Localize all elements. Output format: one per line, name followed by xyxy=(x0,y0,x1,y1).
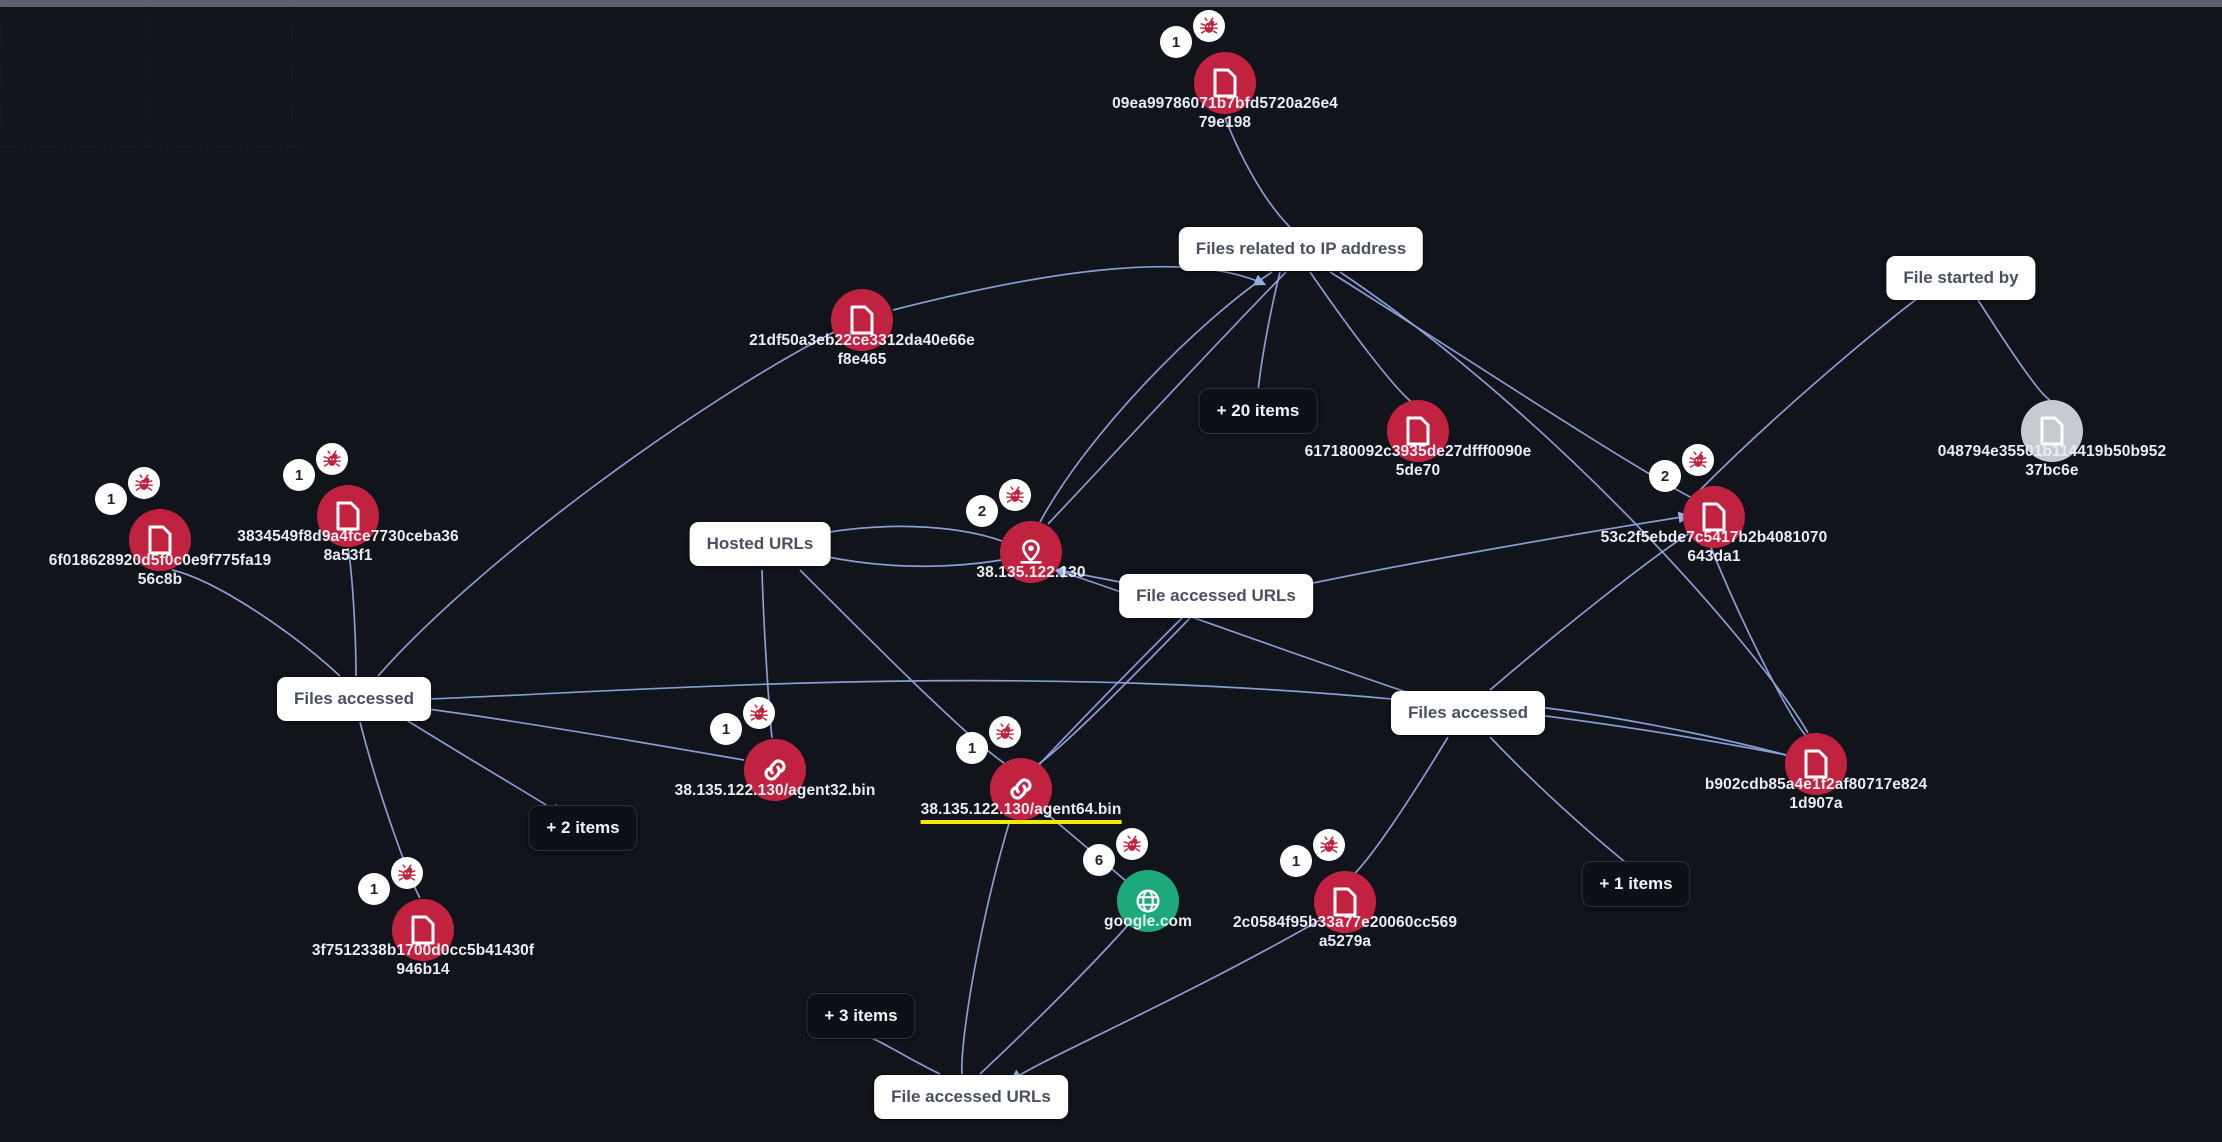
relation-label[interactable]: Hosted URLs xyxy=(689,522,831,566)
node-count-badge[interactable]: 2 xyxy=(1649,460,1681,492)
threat-bug-badge[interactable] xyxy=(743,697,775,729)
node-label: 3834549f8d9a4fce7730ceba368a53f1 xyxy=(237,528,459,564)
node-label: 3f7512338b1700d0cc5b41430f946b14 xyxy=(311,942,535,978)
graph-edge xyxy=(979,924,1129,1075)
graph-node-file[interactable]: b902cdb85a4e1f2af80717e8241d907a xyxy=(1705,733,1927,812)
relation-label[interactable]: Files accessed xyxy=(1390,691,1546,735)
more-items-chip[interactable]: + 20 items xyxy=(1198,388,1318,434)
node-label: 048794e35501b114419b50b95237bc6e xyxy=(1937,443,2167,479)
graph-node-url[interactable]: 1 38.135.122.130/agent64.bin xyxy=(920,716,1122,824)
graph-edge xyxy=(1699,288,1931,491)
graph-edge xyxy=(399,701,745,761)
node-label: google.com xyxy=(1104,913,1192,930)
node-count-badge[interactable]: 1 xyxy=(283,459,315,491)
graph-edge xyxy=(865,1035,941,1075)
threat-bug-badge[interactable] xyxy=(1116,828,1148,860)
graph-edge xyxy=(961,819,1011,1075)
graph-edge xyxy=(1224,117,1297,234)
relation-label[interactable]: Files accessed xyxy=(276,677,432,721)
graph-node-file[interactable]: 21df50a3eb22ce3312da40e66ef8e465 xyxy=(749,289,975,368)
graph-edge xyxy=(399,715,562,816)
graph-node-file[interactable]: 1 2c0584f95b33a77e20060cc569a5279a xyxy=(1233,829,1457,950)
graph-edge xyxy=(1977,299,2051,401)
graph-edge xyxy=(399,679,1787,756)
relation-label[interactable]: File accessed URLs xyxy=(874,1075,1068,1119)
more-items-chip[interactable]: + 3 items xyxy=(806,993,916,1039)
bug-icon xyxy=(135,474,153,491)
threat-bug-badge[interactable] xyxy=(989,716,1021,748)
relation-label[interactable]: File started by xyxy=(1886,256,2036,300)
graph-edge xyxy=(1031,617,1191,769)
node-count-badge[interactable]: 1 xyxy=(95,483,127,515)
graph-edge xyxy=(892,265,1267,311)
bug-icon xyxy=(1689,451,1707,468)
bug-icon xyxy=(1123,835,1141,852)
node-label: 21df50a3eb22ce3312da40e66ef8e465 xyxy=(749,332,975,368)
node-label: 38.135.122.130/agent32.bin xyxy=(674,782,876,799)
graph-edge xyxy=(1489,736,1631,867)
bug-icon xyxy=(398,864,416,881)
node-count-badge[interactable]: 1 xyxy=(956,732,988,764)
bug-icon xyxy=(996,723,1014,740)
graph-node-file[interactable]: 048794e35501b114419b50b95237bc6e xyxy=(1938,400,2166,479)
node-label: 2c0584f95b33a77e20060cc569a5279a xyxy=(1232,914,1458,950)
node-count-badge[interactable]: 1 xyxy=(710,713,742,745)
graph-node-domain[interactable]: 6 google.com xyxy=(1083,828,1192,932)
node-label: 53c2f5ebde7c5417b2b4081070643da1 xyxy=(1600,529,1828,565)
graph-node-url[interactable]: 1 38.135.122.130/agent32.bin xyxy=(675,697,875,801)
graph-edge xyxy=(347,547,357,677)
threat-bug-badge[interactable] xyxy=(316,443,348,475)
graph-node-ip[interactable]: 2 38.135.122.130 xyxy=(966,479,1085,583)
node-label: 09ea99786071b7bfd5720a26e479e198 xyxy=(1112,95,1338,131)
graph-canvas[interactable]: 1 09ea99786071b7bfd5720a26e479e198 21df50a… xyxy=(0,0,2222,1142)
graph-edge xyxy=(377,329,839,677)
graph-node-file[interactable]: 1 6f018628920d5f0c0e9f775fa1956c8b xyxy=(49,467,271,588)
threat-bug-badge[interactable] xyxy=(999,479,1031,511)
graph-edge xyxy=(1035,613,1187,769)
graph-node-file[interactable]: 1 3f7512338b1700d0cc5b41430f946b14 xyxy=(312,857,534,978)
graph-node-file[interactable]: 1 3834549f8d9a4fce7730ceba368a53f1 xyxy=(237,443,459,564)
node-count-badge[interactable]: 2 xyxy=(966,495,998,527)
bug-icon xyxy=(1320,836,1338,853)
graph-node-file[interactable]: 1 09ea99786071b7bfd5720a26e479e198 xyxy=(1112,10,1338,131)
graph-edge xyxy=(1351,736,1449,877)
threat-bug-badge[interactable] xyxy=(128,467,160,499)
relation-label[interactable]: File accessed URLs xyxy=(1119,574,1313,618)
graph-edge xyxy=(822,525,1003,542)
node-count-badge[interactable]: 1 xyxy=(358,873,390,905)
node-count-badge[interactable]: 1 xyxy=(1280,845,1312,877)
threat-bug-badge[interactable] xyxy=(1313,829,1345,861)
more-items-chip[interactable]: + 2 items xyxy=(528,805,638,851)
graph-node-file[interactable]: 617180092c3935de27dfff0090e5de70 xyxy=(1305,400,1531,479)
node-label: 38.135.122.130/agent64.bin xyxy=(920,800,1122,824)
node-label: 38.135.122.130 xyxy=(976,564,1086,581)
node-count-badge[interactable]: 6 xyxy=(1083,844,1115,876)
node-count-badge[interactable]: 1 xyxy=(1160,26,1192,58)
relation-label[interactable]: Files related to IP address xyxy=(1178,227,1424,271)
bug-icon xyxy=(1006,486,1024,503)
graph-node-file[interactable]: 2 53c2f5ebde7c5417b2b4081070643da1 xyxy=(1601,444,1827,565)
node-label: b902cdb85a4e1f2af80717e8241d907a xyxy=(1704,776,1928,812)
bug-icon xyxy=(1200,17,1218,34)
bug-icon xyxy=(323,450,341,467)
threat-bug-badge[interactable] xyxy=(1193,10,1225,42)
more-items-chip[interactable]: + 1 items xyxy=(1581,861,1691,907)
graph-edge xyxy=(822,555,1003,568)
bug-icon xyxy=(750,704,768,721)
threat-bug-badge[interactable] xyxy=(1682,444,1714,476)
node-label: 617180092c3935de27dfff0090e5de70 xyxy=(1304,443,1532,479)
threat-bug-badge[interactable] xyxy=(391,857,423,889)
